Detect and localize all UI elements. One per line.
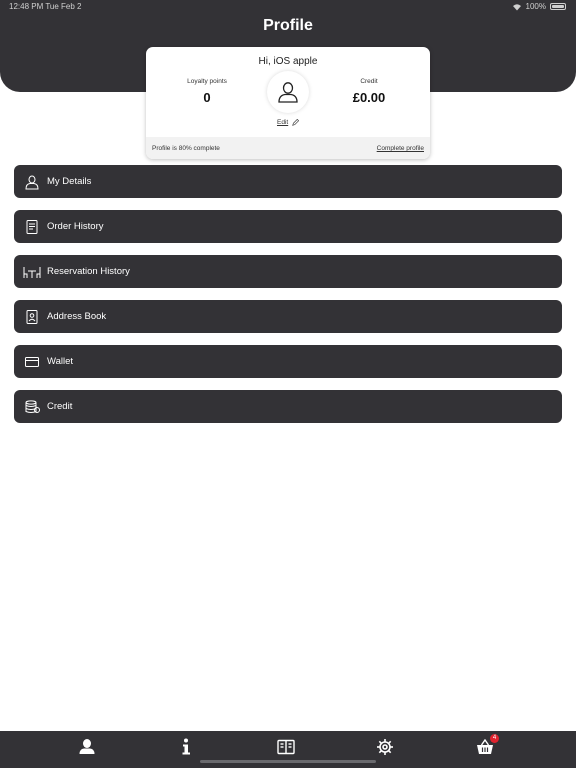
menu-item-label: My Details xyxy=(47,176,92,187)
profile-menu: My Details Order History Reservation His… xyxy=(14,165,562,435)
credit-value: £0.00 xyxy=(352,90,386,105)
edit-label: Edit xyxy=(276,119,289,127)
table-chairs-icon xyxy=(22,262,42,282)
card-icon xyxy=(22,352,42,372)
edit-profile-link[interactable]: Edit xyxy=(146,118,430,127)
user-icon xyxy=(22,172,42,192)
loyalty-label: Loyalty points xyxy=(187,78,227,85)
menu-item-order-history[interactable]: Order History xyxy=(14,210,562,243)
person-icon xyxy=(79,739,95,754)
tab-profile[interactable] xyxy=(67,735,107,759)
basket-badge: 4 xyxy=(490,734,499,743)
tab-info[interactable] xyxy=(166,735,206,759)
complete-profile-link[interactable]: Complete profile xyxy=(377,145,424,152)
coins-icon xyxy=(22,397,42,417)
menu-item-label: Order History xyxy=(47,221,104,232)
home-indicator xyxy=(200,760,376,763)
profile-card: Hi, iOS apple Loyalty points 0 Credit £0… xyxy=(146,47,430,159)
progress-text: Profile is 80% complete xyxy=(152,145,220,152)
menu-item-address-book[interactable]: Address Book xyxy=(14,300,562,333)
status-time: 12:48 PM xyxy=(9,2,44,11)
menu-item-reservation-history[interactable]: Reservation History xyxy=(14,255,562,288)
menu-item-label: Address Book xyxy=(47,311,107,322)
avatar[interactable] xyxy=(267,71,309,113)
menu-item-credit[interactable]: Credit xyxy=(14,390,562,423)
info-icon xyxy=(182,738,190,755)
tab-menu[interactable] xyxy=(266,735,306,759)
pencil-icon xyxy=(292,118,300,126)
menu-item-label: Reservation History xyxy=(47,266,130,277)
address-book-icon xyxy=(22,307,42,327)
profile-progress-bar: Profile is 80% complete Complete profile xyxy=(146,137,430,159)
battery-percent: 100% xyxy=(525,2,546,11)
status-date: Tue Feb 2 xyxy=(45,2,82,11)
battery-icon xyxy=(550,3,566,10)
user-avatar-icon xyxy=(278,82,298,103)
credit: Credit £0.00 xyxy=(324,78,414,105)
tab-basket[interactable]: 4 xyxy=(465,734,505,759)
gear-icon xyxy=(377,739,393,755)
loyalty-points: Loyalty points 0 xyxy=(162,78,252,105)
wifi-icon xyxy=(512,3,521,10)
credit-label: Credit xyxy=(360,78,378,85)
menu-item-label: Wallet xyxy=(47,356,74,367)
greeting: Hi, iOS apple xyxy=(258,56,318,67)
menu-item-my-details[interactable]: My Details xyxy=(14,165,562,198)
tab-settings[interactable] xyxy=(365,735,405,759)
loyalty-value: 0 xyxy=(203,90,211,105)
menu-item-label: Credit xyxy=(47,401,73,412)
menu-item-wallet[interactable]: Wallet xyxy=(14,345,562,378)
menu-book-icon xyxy=(277,739,295,755)
status-bar: 12:48 PM Tue Feb 2 100% xyxy=(0,0,576,14)
page-title: Profile xyxy=(263,17,313,34)
receipt-icon xyxy=(22,217,42,237)
